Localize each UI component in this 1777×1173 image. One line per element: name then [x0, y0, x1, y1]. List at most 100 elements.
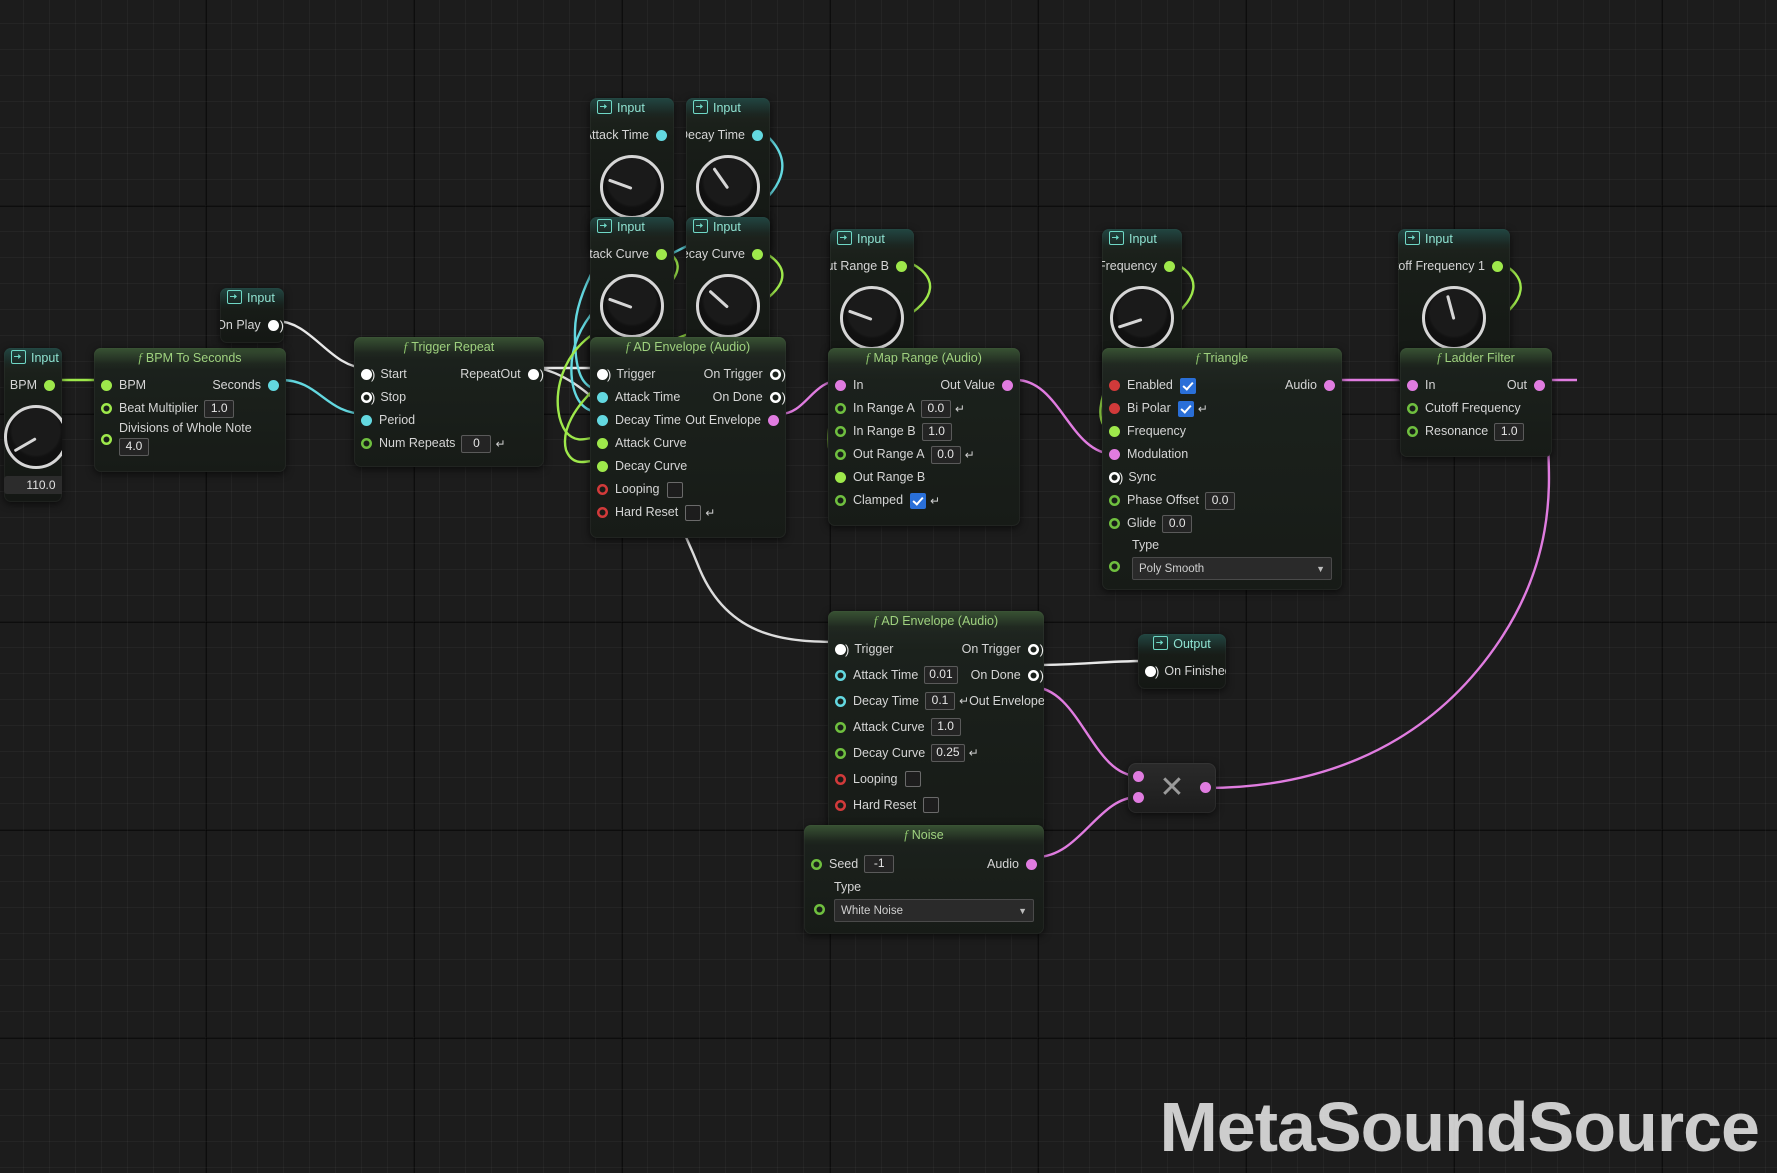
input-pin-decay-time[interactable] — [597, 415, 608, 426]
input-pin-in[interactable] — [1407, 380, 1418, 391]
node-input-on-play[interactable]: Input On Play ) — [220, 288, 284, 343]
output-pin-seconds[interactable] — [268, 380, 279, 391]
input-pin-attack-curve[interactable] — [835, 722, 846, 733]
graph-canvas[interactable] — [0, 0, 1777, 1173]
input-pin-start[interactable]: ) — [354, 367, 380, 382]
input-pin-stop[interactable]: ) — [354, 390, 380, 405]
value-attack-time[interactable]: 0.01 — [924, 666, 958, 684]
reset-arrow-icon[interactable]: ↵ — [705, 506, 715, 520]
input-pin-resonance[interactable] — [1407, 426, 1418, 437]
output-pin-audio[interactable] — [1026, 858, 1037, 870]
input-pin-num-repeats[interactable] — [361, 438, 372, 449]
output-pin-trigger[interactable]: ) — [261, 318, 284, 333]
value-seed[interactable]: -1 — [864, 855, 895, 873]
dropdown-noise-type[interactable]: White Noise ▼ — [834, 899, 1034, 922]
node-triangle[interactable]: f Triangle Enabled Audio Bi Polar ↵ Frequ… — [1102, 348, 1342, 590]
input-pin-trigger[interactable]: ) — [590, 367, 616, 382]
output-pin-time[interactable] — [752, 130, 763, 141]
knob-out-range-b[interactable] — [840, 286, 904, 350]
node-ad-envelope-bottom[interactable]: f AD Envelope (Audio) ) Trigger On Trigge… — [828, 611, 1044, 832]
value-glide[interactable]: 0.0 — [1162, 514, 1193, 533]
reset-arrow-icon[interactable]: ↵ — [930, 494, 940, 508]
knob-decay-curve[interactable] — [696, 274, 760, 338]
output-pin-time[interactable] — [656, 130, 667, 141]
input-pin-a[interactable] — [1133, 771, 1144, 782]
input-pin-out-range-a[interactable] — [835, 449, 846, 460]
input-pin-type[interactable] — [1109, 561, 1120, 572]
checkbox-bi-polar[interactable] — [1177, 400, 1194, 417]
output-pin-on-trigger[interactable]: ) — [763, 367, 786, 382]
reset-arrow-icon[interactable]: ↵ — [495, 437, 505, 451]
input-pin-divisions[interactable] — [101, 434, 112, 445]
output-pin-float[interactable] — [896, 261, 907, 272]
value-beat-multiplier[interactable]: 1.0 — [204, 399, 235, 418]
input-pin-beat-multiplier[interactable] — [101, 403, 112, 414]
value-in-range-b[interactable]: 1.0 — [921, 422, 952, 441]
input-pin-attack-time[interactable] — [835, 670, 846, 681]
input-pin-out-range-b[interactable] — [835, 472, 846, 483]
input-pin-decay-curve[interactable] — [597, 461, 608, 472]
knob-frequency[interactable] — [1110, 286, 1174, 350]
input-pin-decay-curve[interactable] — [835, 748, 846, 759]
input-pin-trigger[interactable]: ) — [828, 642, 854, 657]
knob-attack-time[interactable] — [600, 155, 664, 219]
output-pin-float[interactable] — [44, 380, 55, 391]
output-pin-on-done[interactable]: ) — [763, 390, 786, 405]
output-pin-float[interactable] — [656, 249, 667, 260]
knob-decay-time[interactable] — [696, 155, 760, 219]
value-resonance[interactable]: 1.0 — [1494, 422, 1525, 441]
value-decay-time[interactable]: 0.1 — [925, 692, 955, 710]
input-pin-bpm[interactable] — [101, 380, 112, 391]
input-pin-period[interactable] — [361, 415, 372, 426]
input-pin-in-range-b[interactable] — [835, 426, 846, 437]
output-pin-out-value[interactable] — [1002, 380, 1013, 391]
input-pin-frequency[interactable] — [1109, 426, 1120, 437]
node-bpm-to-seconds[interactable]: f BPM To Seconds BPM Seconds Beat Multipl… — [94, 348, 286, 472]
output-pin-float[interactable] — [752, 249, 763, 260]
dropdown-triangle-type[interactable]: Poly Smooth ▼ — [1132, 557, 1332, 580]
input-pin-clamped[interactable] — [835, 495, 846, 506]
reset-arrow-icon[interactable]: ↵ — [959, 694, 969, 708]
input-pin-type[interactable] — [814, 904, 825, 915]
checkbox-looping[interactable] — [904, 771, 921, 787]
output-pin-float[interactable] — [1492, 261, 1503, 272]
input-pin-attack-time[interactable] — [597, 392, 608, 403]
input-pin-phase-offset[interactable] — [1109, 495, 1120, 506]
input-pin-sync[interactable]: ) — [1102, 470, 1128, 485]
value-num-repeats[interactable]: 0 — [461, 434, 492, 453]
node-trigger-repeat[interactable]: f Trigger Repeat ) Start RepeatOut ) ) St… — [354, 337, 544, 467]
reset-arrow-icon[interactable]: ↵ — [955, 402, 965, 416]
knob-attack-curve[interactable] — [600, 274, 664, 338]
node-output-on-finished[interactable]: Output ) On Finished — [1138, 634, 1226, 689]
input-pin-modulation[interactable] — [1109, 449, 1120, 460]
value-attack-curve[interactable]: 1.0 — [930, 718, 961, 736]
output-pin-out-envelope[interactable] — [768, 415, 779, 426]
checkbox-looping[interactable] — [666, 481, 683, 498]
input-pin-in-range-a[interactable] — [835, 403, 846, 414]
output-pin[interactable] — [1200, 782, 1211, 793]
input-pin-b[interactable] — [1133, 792, 1144, 803]
input-pin-on-finished[interactable]: ) — [1138, 664, 1164, 679]
input-pin-enabled[interactable] — [1109, 380, 1120, 391]
node-ad-envelope-top[interactable]: f AD Envelope (Audio) ) Trigger On Trigge… — [590, 337, 786, 538]
node-noise[interactable]: f Noise Seed -1 Audio Type White Noise ▼ — [804, 825, 1044, 934]
node-input-bpm[interactable]: Input BPM 110.0 — [4, 348, 62, 502]
node-map-range[interactable]: f Map Range (Audio) In Out Value In Range… — [828, 348, 1020, 526]
knob-cutoff-frequency[interactable] — [1422, 286, 1486, 350]
output-pin-float[interactable] — [1164, 261, 1175, 272]
checkbox-hard-reset[interactable] — [923, 797, 940, 813]
input-pin-hard-reset[interactable] — [597, 507, 608, 518]
checkbox-hard-reset[interactable] — [685, 504, 702, 521]
output-pin-audio[interactable] — [1324, 380, 1335, 391]
input-pin-in[interactable] — [835, 380, 846, 391]
input-pin-attack-curve[interactable] — [597, 438, 608, 449]
output-pin-on-trigger[interactable]: ) — [1021, 642, 1044, 657]
input-pin-bi-polar[interactable] — [1109, 403, 1120, 414]
value-decay-curve[interactable]: 0.25 — [931, 744, 965, 762]
input-pin-seed[interactable] — [811, 859, 822, 870]
output-pin-repeatout[interactable]: ) — [521, 367, 544, 382]
value-divisions[interactable]: 4.0 — [119, 437, 149, 456]
reset-arrow-icon[interactable]: ↵ — [1198, 402, 1208, 416]
output-pin-out[interactable] — [1534, 380, 1545, 391]
input-pin-decay-time[interactable] — [835, 696, 846, 707]
